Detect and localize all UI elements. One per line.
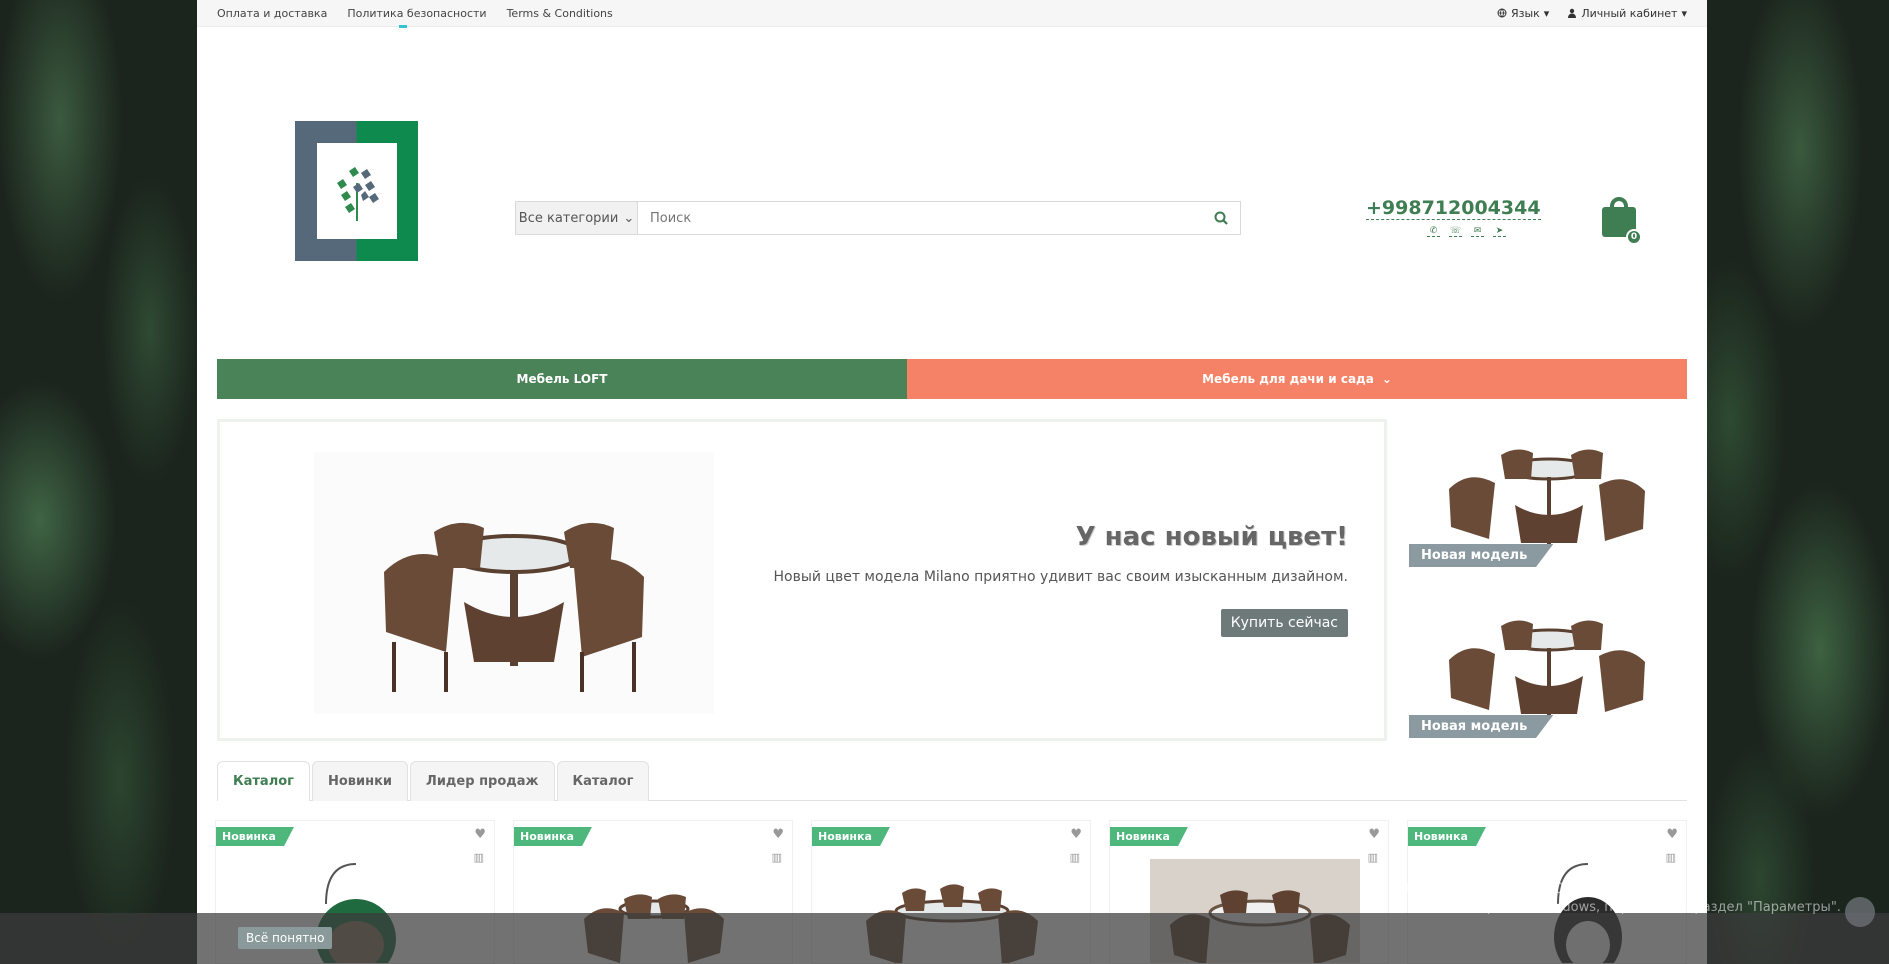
search-button[interactable] [1202,202,1240,234]
contact-icons: ✆ ☏ ✉ ➤ [1427,226,1506,237]
new-badge: Новинка [514,827,592,846]
user-icon [1568,8,1577,18]
compare-icon[interactable]: ▥ [1368,851,1378,864]
buy-now-button[interactable]: Купить сейчас [1220,609,1348,637]
compare-icon[interactable]: ▥ [1666,851,1676,864]
nav-item-loft[interactable]: Мебель LOFT [217,359,907,399]
chat-widget-button[interactable] [1845,897,1875,927]
chevron-down-icon: ⌄ [623,210,635,226]
top-link-terms[interactable]: Terms & Conditions [507,7,613,20]
new-badge: Новинка [812,827,890,846]
hero-banner: У нас новый цвет! Новый цвет модела Mila… [217,419,1387,741]
search-input[interactable] [638,202,1202,234]
heart-icon[interactable]: ♥ [474,827,486,842]
account-dropdown[interactable]: Личный кабинет ▾ [1567,7,1687,20]
globe-icon [1497,8,1507,18]
heart-icon[interactable]: ♥ [1368,827,1380,842]
page-container: Оплата и доставка Политика безопасности … [197,0,1707,964]
windows-activation-text: Чтобы активировать Windows, перейдите в … [1392,900,1841,915]
compare-icon[interactable]: ▥ [772,851,782,864]
top-link-payment[interactable]: Оплата и доставка [217,7,327,20]
top-links: Оплата и доставка Политика безопасности … [217,7,613,28]
main-nav: Мебель LOFT Мебель для дачи и сада ⌄ [217,359,1687,399]
tab-catalog-2[interactable]: Каталог [556,761,650,801]
side-promo-1[interactable]: Новая модель [1409,419,1687,581]
nav-item-garden-label: Мебель для дачи и сада [1202,372,1374,386]
top-bar: Оплата и доставка Политика безопасности … [197,0,1707,28]
search-icon [1214,211,1228,225]
banner-text: Новый цвет модела Milano приятно удивит … [773,569,1348,585]
tab-catalog[interactable]: Каталог [217,761,310,801]
telegram-icon[interactable]: ➤ [1493,226,1506,237]
new-model-tag: Новая модель [1409,715,1554,738]
windows-activation-title: Активация Windows [1392,876,1591,898]
phone-icon[interactable]: ✆ [1427,226,1440,237]
windows-activation-watermark: Активация Windows Чтобы активировать Win… [1392,876,1841,915]
caret-down-icon: ▾ [1543,6,1550,20]
nav-item-garden[interactable]: Мебель для дачи и сада ⌄ [907,359,1687,399]
side-promo-2[interactable]: Новая модель [1409,590,1687,752]
compare-icon[interactable]: ▥ [474,851,484,864]
logo-inner [317,143,397,239]
phone-number[interactable]: +998712004344 [1366,197,1541,220]
chevron-down-icon: ⌄ [1381,372,1392,386]
cart-button[interactable]: 0 [1602,197,1642,245]
mail-icon[interactable]: ✉ [1471,226,1484,237]
compare-icon[interactable]: ▥ [1070,851,1080,864]
top-link-privacy[interactable]: Политика безопасности [347,7,487,28]
new-badge: Новинка [1408,827,1486,846]
banner-title: У нас новый цвет! [1075,522,1348,552]
new-badge: Новинка [1110,827,1188,846]
language-label: Язык [1510,6,1540,20]
top-right-menu: Язык ▾ Личный кабинет ▾ [1497,7,1687,20]
tree-logo-icon [337,167,379,221]
caret-down-icon: ▾ [1681,6,1687,20]
tab-new[interactable]: Новинки [311,761,409,801]
cookie-accept-button[interactable]: Всё понятно [238,927,333,949]
category-select-label: Все категории [518,210,619,226]
heart-icon[interactable]: ♥ [772,827,784,842]
cart-count-badge: 0 [1626,229,1642,245]
category-select[interactable]: Все категории ⌄ [516,202,638,234]
new-badge: Новинка [216,827,294,846]
viber-icon[interactable]: ☏ [1449,226,1462,237]
header: Все категории ⌄ +998712004344 ✆ ☏ ✉ ➤ 0 [197,27,1707,357]
cookie-bar: Всё понятно [0,913,1889,964]
site-logo[interactable] [295,121,418,261]
product-tabs: Каталог Новинки Лидер продаж Каталог [217,761,1687,801]
search-bar: Все категории ⌄ [515,201,1241,235]
furniture-set-image [314,452,714,714]
language-dropdown[interactable]: Язык ▾ [1497,7,1549,20]
heart-icon[interactable]: ♥ [1070,827,1082,842]
tab-bestsellers[interactable]: Лидер продаж [410,761,555,801]
heart-icon[interactable]: ♥ [1666,827,1678,842]
nav-item-loft-label: Мебель LOFT [516,372,608,386]
new-model-tag: Новая модель [1409,544,1554,567]
account-label: Личный кабинет [1581,6,1678,20]
